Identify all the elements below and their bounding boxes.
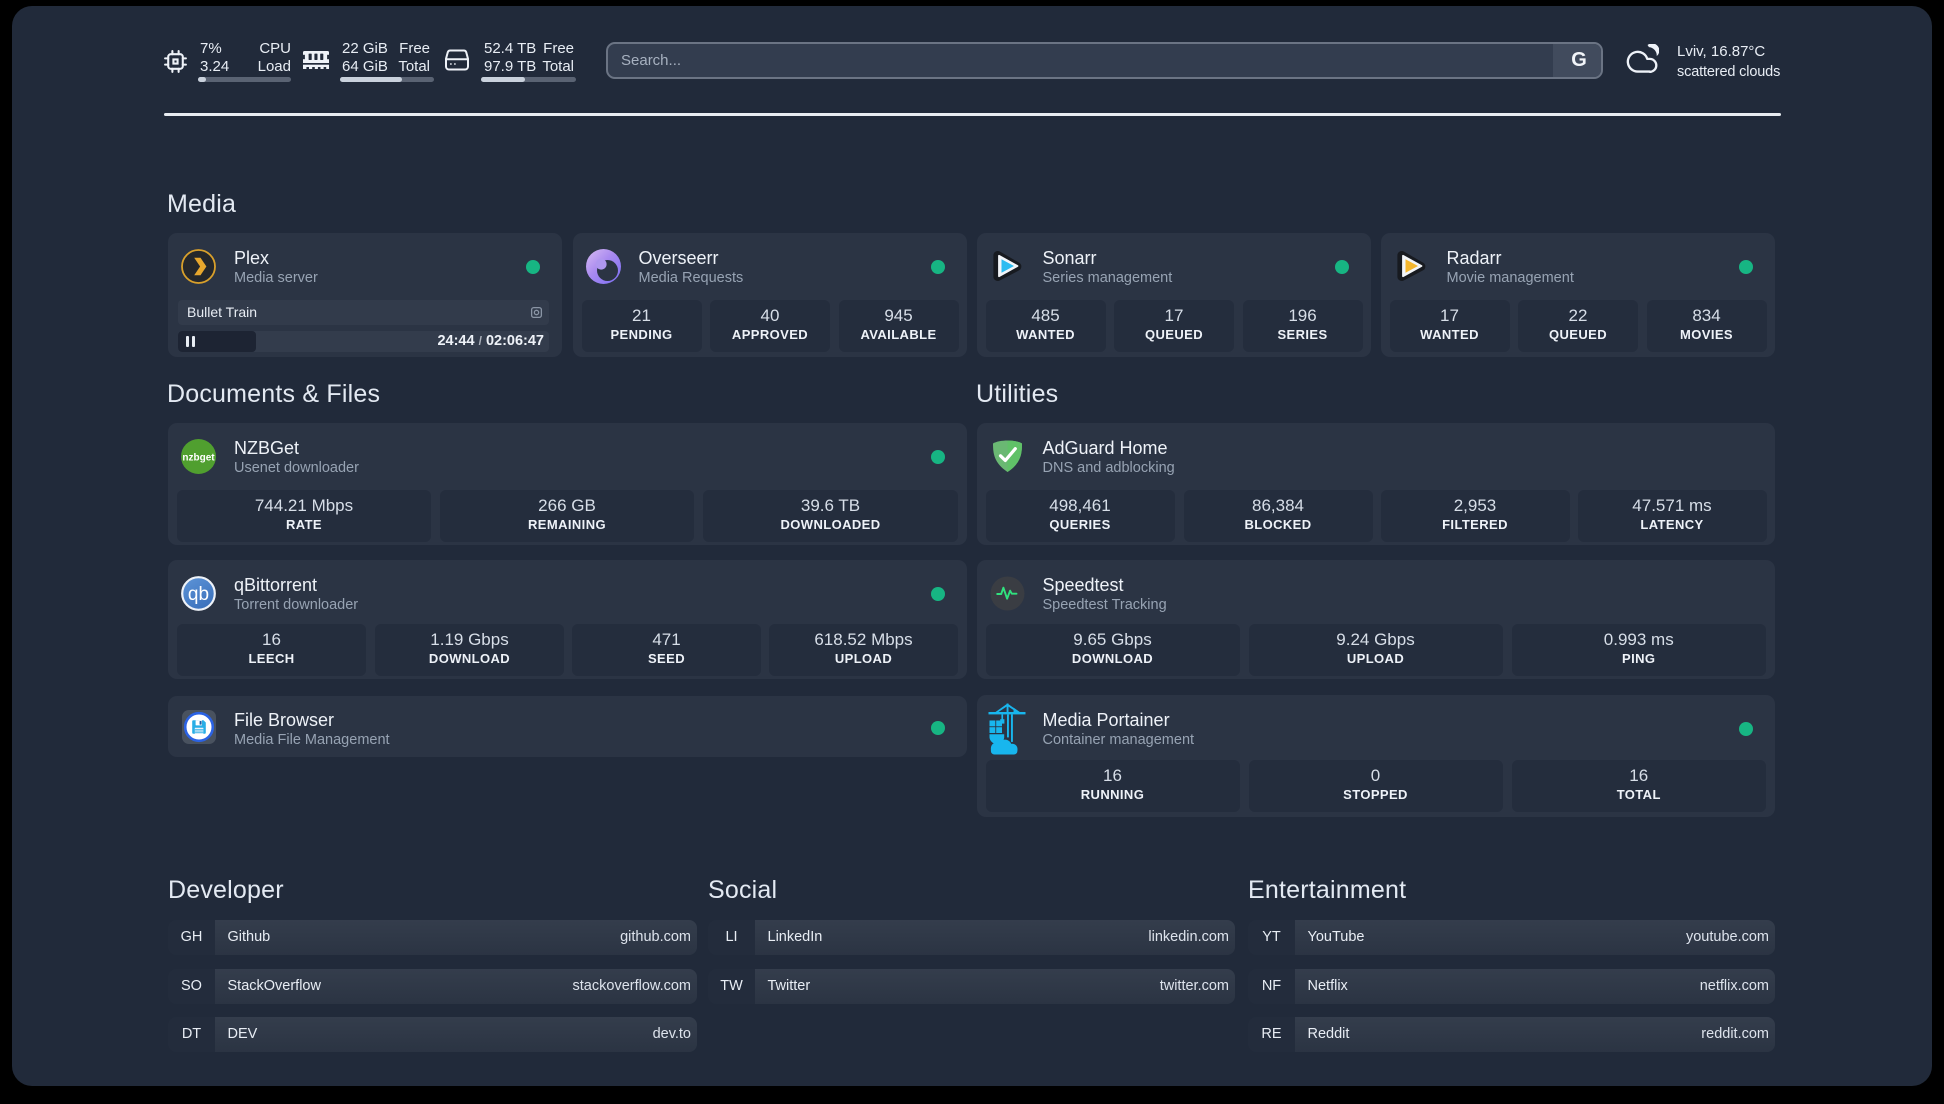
svg-text:nzbget: nzbget bbox=[182, 453, 215, 464]
svg-text:qb: qb bbox=[188, 584, 209, 605]
